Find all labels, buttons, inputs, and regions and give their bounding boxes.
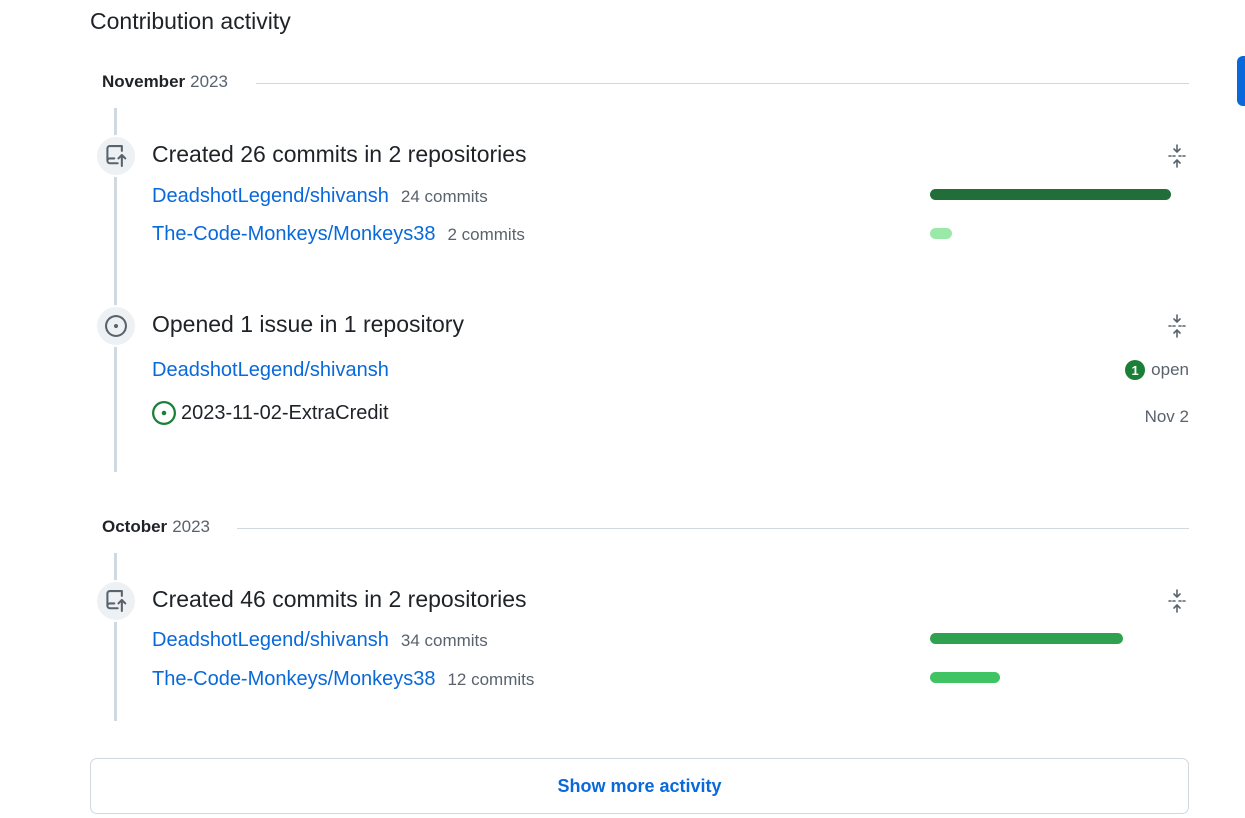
repo-link[interactable]: The-Code-Monkeys/Monkeys38 xyxy=(152,223,435,246)
month-header-october: October 2023 xyxy=(102,517,210,537)
repo-link[interactable]: The-Code-Monkeys/Monkeys38 xyxy=(152,668,435,691)
open-count: 1 xyxy=(1125,360,1146,380)
repo-push-icon xyxy=(95,580,137,622)
month-label: October xyxy=(102,517,168,536)
timeline-line xyxy=(114,553,117,721)
repo-link[interactable]: DeadshotLegend/shivansh xyxy=(152,185,389,208)
year-label: 2023 xyxy=(190,72,228,91)
repo-row: The-Code-Monkeys/Monkeys38 12 commits xyxy=(152,668,534,691)
scroll-edge-tab[interactable] xyxy=(1237,56,1245,106)
open-label: open xyxy=(1151,360,1189,379)
repo-link[interactable]: DeadshotLegend/shivansh xyxy=(152,359,389,382)
issues-summary: Opened 1 issue in 1 repository xyxy=(152,311,464,337)
commit-count: 34 commits xyxy=(400,631,488,650)
month-label: November xyxy=(102,72,186,91)
commit-count: 12 commits xyxy=(447,670,535,689)
commit-bar xyxy=(930,672,1000,683)
collapse-icon[interactable] xyxy=(1165,312,1189,340)
issue-title-link[interactable]: 2023-11-02-ExtraCredit xyxy=(181,402,389,425)
repo-row: DeadshotLegend/shivansh 34 commits xyxy=(152,629,488,652)
commits-summary: Created 26 commits in 2 repositories xyxy=(152,141,527,167)
show-more-activity-button[interactable]: Show more activity xyxy=(90,758,1189,814)
contribution-activity-heading: Contribution activity xyxy=(90,8,291,34)
repo-push-icon xyxy=(95,135,137,177)
repo-link[interactable]: DeadshotLegend/shivansh xyxy=(152,629,389,652)
issue-opened-icon xyxy=(95,305,137,347)
collapse-icon[interactable] xyxy=(1165,142,1189,170)
issue-row: 2023-11-02-ExtraCredit xyxy=(152,401,389,425)
commit-count: 24 commits xyxy=(400,187,488,206)
commit-bar xyxy=(930,228,952,239)
show-more-label: Show more activity xyxy=(557,775,722,796)
open-issues-badge: 1 open xyxy=(1125,360,1189,380)
year-label: 2023 xyxy=(172,517,211,536)
month-divider xyxy=(237,528,1189,529)
repo-row: DeadshotLegend/shivansh 24 commits xyxy=(152,185,488,208)
commit-bar xyxy=(930,189,1171,200)
commits-summary: Created 46 commits in 2 repositories xyxy=(152,586,527,612)
month-header-november: November 2023 xyxy=(102,72,228,92)
repo-row: The-Code-Monkeys/Monkeys38 2 commits xyxy=(152,223,525,246)
issue-opened-icon xyxy=(152,401,176,425)
commit-count: 2 commits xyxy=(447,225,525,244)
collapse-icon[interactable] xyxy=(1165,587,1189,615)
issue-date: Nov 2 xyxy=(1144,407,1189,426)
commit-bar xyxy=(930,633,1123,644)
repo-row: DeadshotLegend/shivansh xyxy=(152,359,389,382)
month-divider xyxy=(256,83,1189,84)
